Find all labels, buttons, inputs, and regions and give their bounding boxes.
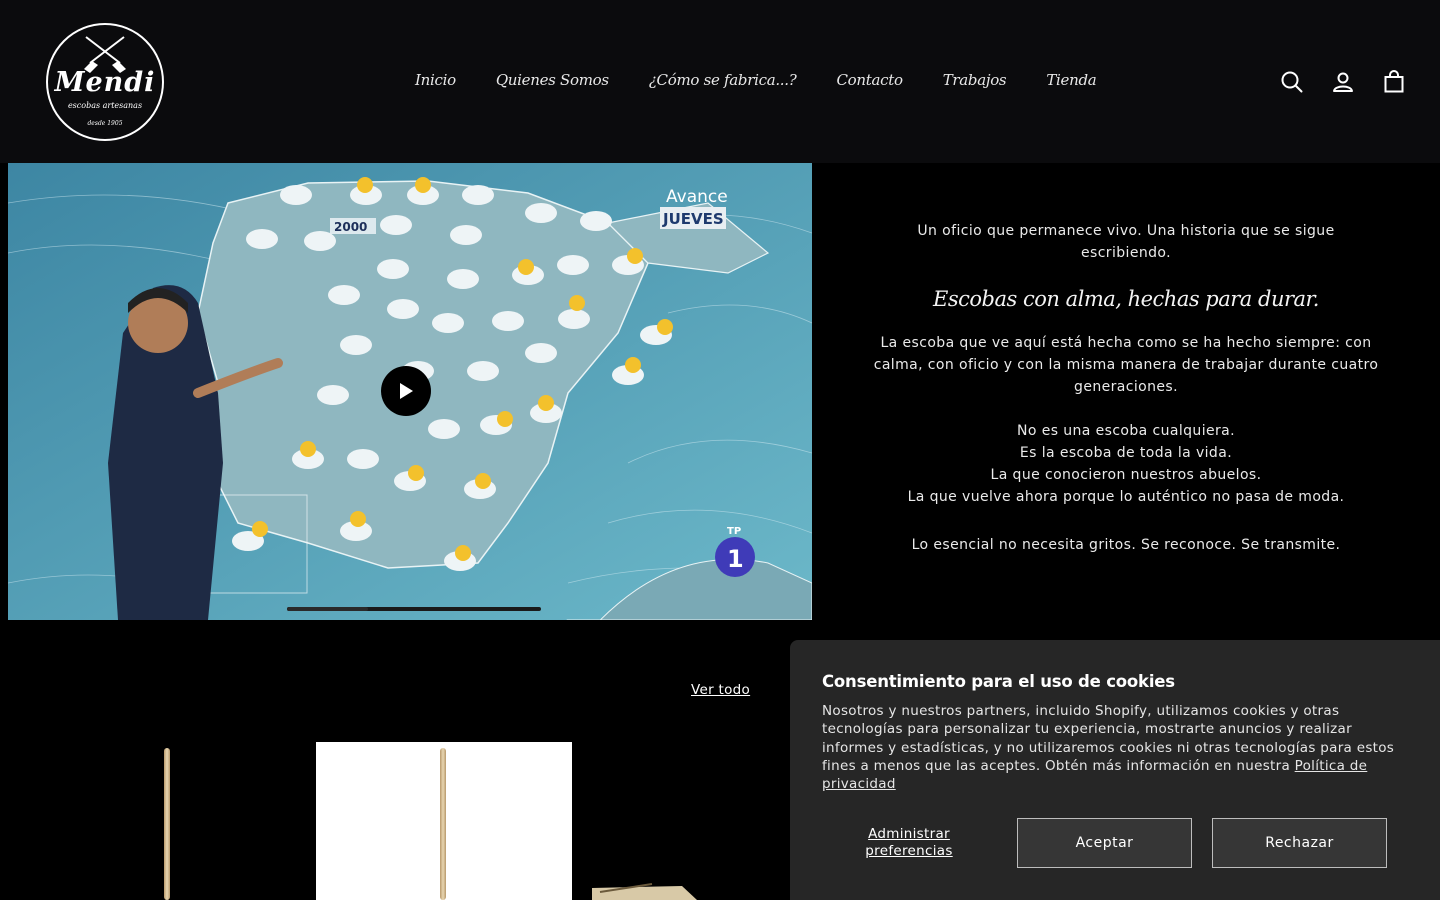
brand-logo[interactable]: Mendi escobas artesanas desde 1905: [46, 23, 164, 141]
brand-story: Un oficio que permanece vivo. Una histor…: [872, 220, 1380, 556]
cart-icon[interactable]: [1368, 64, 1419, 100]
hero-video[interactable]: 2000 Avance JUEVES 1 TP: [8, 163, 812, 620]
manage-preferences-link[interactable]: Administrar preferencias: [842, 826, 976, 860]
product-card[interactable]: [592, 742, 792, 900]
accept-cookies-button[interactable]: Aceptar: [1017, 818, 1192, 868]
play-button[interactable]: [381, 366, 431, 416]
story-paragraph: La escoba que ve aquí está hecha como se…: [873, 335, 1379, 395]
broom-handle-image: [440, 748, 446, 900]
forecast-day: JUEVES: [662, 210, 724, 228]
story-tagline: Escobas con alma, hechas para durar.: [933, 287, 1319, 311]
story-intro: Un oficio que permanece vivo. Una histor…: [917, 223, 1335, 261]
site-header: Mendi escobas artesanas desde 1905 Inici…: [0, 0, 1440, 163]
product-card[interactable]: [38, 742, 294, 900]
snow-level-value: 2000: [334, 220, 367, 234]
video-progress-fill: [287, 607, 369, 611]
reject-cookies-button[interactable]: Rechazar: [1212, 818, 1387, 868]
main-nav: Inicio Quienes Somos ¿Cómo se fabrica...…: [395, 68, 1116, 92]
channel-tag: TP: [727, 526, 741, 537]
broom-handle-image: [164, 748, 170, 900]
story-closing: Lo esencial no necesita gritos. Se recon…: [911, 537, 1341, 553]
story-line: Es la escoba de toda la vida.: [1019, 445, 1233, 461]
logo-since: desde 1905: [87, 120, 123, 127]
nav-tienda[interactable]: Tienda: [1026, 68, 1116, 92]
story-line: La que conocieron nuestros abuelos.: [990, 467, 1262, 483]
product-card[interactable]: [316, 742, 572, 900]
account-icon[interactable]: [1317, 64, 1368, 100]
forecast-label: Avance: [666, 187, 728, 207]
search-icon[interactable]: [1266, 64, 1317, 100]
cookie-consent-banner: Consentimiento para el uso de cookies No…: [790, 640, 1440, 900]
nav-contacto[interactable]: Contacto: [816, 68, 922, 92]
video-progress-bar[interactable]: [287, 607, 541, 611]
channel-logo: 1: [727, 545, 744, 573]
broom-head-image: [592, 883, 697, 900]
cookie-title: Consentimiento para el uso de cookies: [822, 672, 1175, 691]
nav-inicio[interactable]: Inicio: [395, 68, 476, 92]
story-line: No es una escoba cualquiera.: [1017, 423, 1235, 439]
logo-subtitle: escobas artesanas: [67, 101, 143, 110]
play-icon: [400, 383, 413, 399]
nav-trabajos[interactable]: Trabajos: [923, 68, 1027, 92]
nav-quienes-somos[interactable]: Quienes Somos: [476, 68, 629, 92]
logo-wordmark: Mendi: [54, 67, 156, 98]
header-actions: [1266, 64, 1419, 100]
view-all-link[interactable]: Ver todo: [691, 682, 750, 698]
cookie-message: Nosotros y nuestros partners, incluido S…: [822, 702, 1408, 793]
story-line: La que vuelve ahora porque lo auténtico …: [907, 489, 1345, 505]
nav-como-se-fabrica[interactable]: ¿Cómo se fabrica...?: [629, 68, 817, 92]
